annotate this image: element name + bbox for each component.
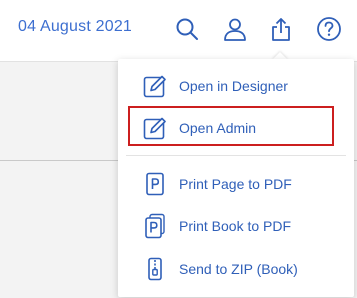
date-label: 04 August 2021 <box>18 18 133 35</box>
search-icon[interactable] <box>174 16 200 42</box>
help-icon[interactable] <box>316 16 342 42</box>
menu-item-send-to-zip-book[interactable]: Send to ZIP (Book) <box>118 249 354 289</box>
menu-separator <box>126 155 346 156</box>
menu-item-label: Send to ZIP (Book) <box>179 261 298 277</box>
pdf-page-icon <box>142 171 168 197</box>
zip-icon <box>142 256 168 282</box>
share-dropdown-menu: Open in Designer Open Admin Print Page t… <box>118 59 354 297</box>
menu-item-label: Print Page to PDF <box>179 176 292 192</box>
menu-item-label: Print Book to PDF <box>179 218 292 234</box>
menu-item-label: Open Admin <box>179 120 257 136</box>
user-icon[interactable] <box>222 16 248 42</box>
share-icon[interactable] <box>268 16 294 42</box>
edit-icon <box>142 115 168 141</box>
pdf-book-icon <box>142 213 168 239</box>
menu-item-print-book-to-pdf[interactable]: Print Book to PDF <box>118 206 354 246</box>
menu-item-print-page-to-pdf[interactable]: Print Page to PDF <box>118 164 354 204</box>
edit-icon <box>142 73 168 99</box>
menu-item-open-in-designer[interactable]: Open in Designer <box>118 66 354 106</box>
top-bar: 04 August 2021 <box>0 0 357 62</box>
menu-item-label: Open in Designer <box>179 78 288 94</box>
menu-item-open-admin[interactable]: Open Admin <box>118 108 354 148</box>
